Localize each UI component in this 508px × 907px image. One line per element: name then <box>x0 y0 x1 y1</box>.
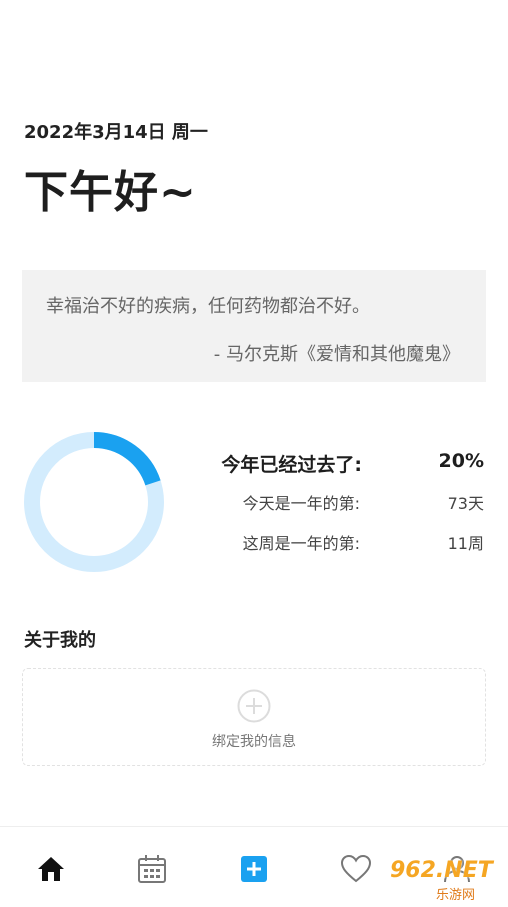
stat-value: 73天 <box>447 494 484 513</box>
stat-label: 今天是一年的第: <box>242 494 360 513</box>
add-icon <box>241 856 267 882</box>
home-icon <box>38 857 64 881</box>
stat-row-day: 今天是一年的第: 73天 <box>190 490 486 530</box>
plus-circle-icon <box>237 689 271 723</box>
greeting-title: 下午好~ <box>24 167 197 218</box>
stat-value: 11周 <box>447 534 484 553</box>
watermark-sub: 乐游网 <box>436 888 476 903</box>
watermark-brand: 962.NET <box>390 858 493 883</box>
quote-text: 幸福治不好的疾病，任何药物都治不好。 <box>46 296 370 317</box>
stat-value: 20% <box>438 450 484 472</box>
stat-label: 今年已经过去了: <box>221 454 362 476</box>
tab-add[interactable] <box>234 849 274 889</box>
progress-stats: 今年已经过去了: 20% 今天是一年的第: 73天 这周是一年的第: 11周 <box>190 450 486 570</box>
stat-row-year: 今年已经过去了: 20% <box>190 450 486 490</box>
bind-info-button[interactable]: 绑定我的信息 <box>22 668 486 766</box>
quote-card: 幸福治不好的疾病，任何药物都治不好。 - 马尔克斯《爱情和其他魔鬼》 <box>22 270 486 382</box>
watermark-logo: 962.NET 乐游网 <box>370 856 504 903</box>
stat-row-week: 这周是一年的第: 11周 <box>190 530 486 570</box>
tab-calendar[interactable] <box>132 849 172 889</box>
heart-icon <box>340 854 372 883</box>
about-section-title: 关于我的 <box>24 630 96 651</box>
quote-source: - 马尔克斯《爱情和其他魔鬼》 <box>213 344 460 365</box>
date-label: 2022年3月14日 周一 <box>24 122 208 143</box>
stat-label: 这周是一年的第: <box>242 534 360 553</box>
bind-info-label: 绑定我的信息 <box>212 734 296 750</box>
tab-home[interactable] <box>31 849 71 889</box>
year-progress-ring <box>24 432 164 572</box>
calendar-icon <box>138 855 166 883</box>
